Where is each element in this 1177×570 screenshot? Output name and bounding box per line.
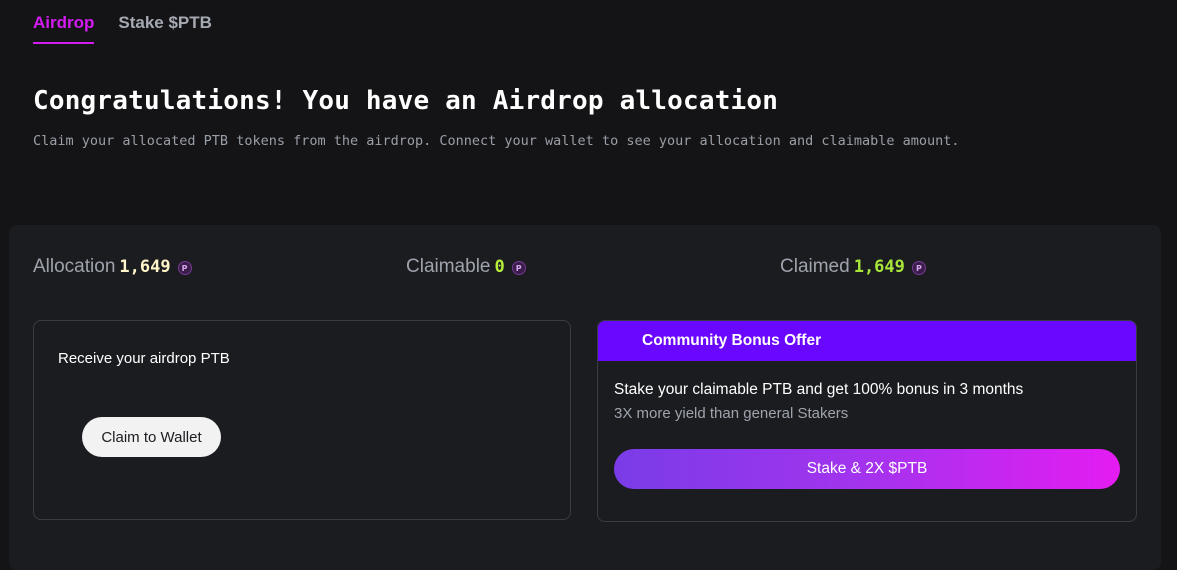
claimed-value: 1,649 [853, 257, 905, 277]
page-subtitle: Claim your allocated PTB tokens from the… [33, 133, 960, 149]
page-title: Congratulations! You have an Airdrop all… [33, 86, 779, 116]
bonus-offer-description: Stake your claimable PTB and get 100% bo… [614, 381, 1024, 398]
allocation-value: 1,649 [119, 257, 171, 277]
stake-2x-button[interactable]: Stake & 2X $PTB [614, 449, 1120, 489]
top-tabs: Airdrop Stake $PTB [33, 0, 212, 46]
allocation-stat: Allocation 1,649 P [33, 256, 192, 278]
bonus-offer-header: Community Bonus Offer [598, 321, 1136, 361]
claimable-label: Claimable [406, 256, 491, 277]
tab-airdrop[interactable]: Airdrop [33, 0, 95, 46]
ptb-token-icon: P [911, 261, 926, 275]
bonus-offer-card: Community Bonus Offer Stake your claimab… [597, 320, 1137, 522]
claim-card: Receive your airdrop PTB Claim to Wallet [33, 320, 571, 520]
claimed-stat: Claimed 1,649 P [780, 256, 926, 278]
ptb-token-icon: P [511, 261, 526, 275]
bonus-offer-title: Community Bonus Offer [642, 332, 822, 349]
claimed-label: Claimed [780, 256, 850, 277]
claimable-stat: Claimable 0 P [406, 256, 526, 278]
claim-to-wallet-button[interactable]: Claim to Wallet [82, 417, 221, 457]
claim-card-label: Receive your airdrop PTB [58, 350, 230, 367]
bonus-offer-yield-note: 3X more yield than general Stakers [614, 405, 849, 422]
allocation-label: Allocation [33, 256, 116, 277]
tab-stake-ptb[interactable]: Stake $PTB [118, 0, 212, 46]
ptb-token-icon: P [177, 261, 192, 275]
claimable-value: 0 [494, 257, 505, 277]
